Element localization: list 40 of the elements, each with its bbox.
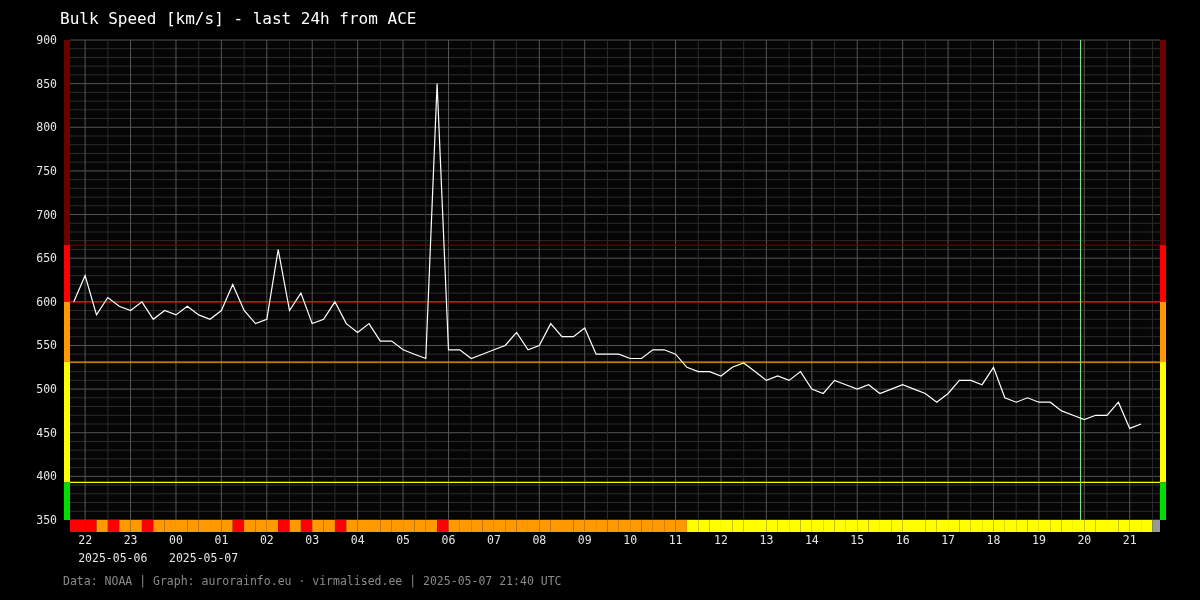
y-axis-label: 850 (36, 76, 57, 91)
date-label: 2025-05-07 (168, 551, 239, 565)
x-axis-label: 01 (214, 533, 229, 547)
x-axis-label: 06 (441, 533, 456, 547)
chart-title: Bulk Speed [km/s] - last 24h from ACE (59, 8, 418, 30)
y-axis-label: 700 (36, 207, 57, 222)
x-axis-label: 20 (1077, 533, 1092, 547)
x-axis-label: 08 (532, 533, 547, 547)
x-axis-label: 03 (305, 533, 320, 547)
x-axis-label: 11 (668, 533, 683, 547)
x-axis-label: 16 (895, 533, 910, 547)
x-axis-label: 04 (350, 533, 365, 547)
x-axis-label: 22 (78, 533, 93, 547)
y-axis-label: 900 (36, 33, 57, 47)
y-axis-label: 450 (36, 425, 57, 440)
x-axis-label: 13 (759, 533, 774, 547)
x-axis-label: 05 (396, 533, 410, 547)
x-axis-label: 17 (941, 533, 955, 547)
x-axis-label: 21 (1122, 533, 1137, 547)
y-axis-label: 550 (36, 338, 57, 353)
y-axis-label: 400 (36, 469, 57, 484)
x-axis-label: 09 (577, 533, 592, 547)
x-axis-label: 02 (259, 533, 274, 547)
y-axis-label: 650 (36, 251, 57, 266)
x-axis-label: 00 (169, 533, 183, 547)
data-credit: Data: NOAA | Graph: aurorainfo.eu · virmalised.ee | 2025-05-07 21:40 UTC (62, 573, 562, 590)
x-axis-label: 23 (123, 533, 138, 547)
x-axis-label: 10 (623, 533, 638, 547)
y-axis-label: 750 (36, 163, 57, 178)
x-axis-label: 15 (850, 533, 865, 547)
x-axis-label: 14 (804, 533, 819, 547)
y-axis-label: 600 (36, 294, 57, 309)
x-axis-label: 07 (486, 533, 501, 547)
date-label: 2025-05-06 (78, 551, 148, 565)
x-axis-label: 12 (714, 533, 728, 547)
y-axis-label: 500 (36, 382, 57, 397)
y-axis-label: 350 (36, 513, 57, 527)
x-axis-label: 19 (1031, 533, 1046, 547)
y-axis-label: 800 (36, 120, 57, 135)
x-axis-label: 18 (986, 533, 1001, 547)
